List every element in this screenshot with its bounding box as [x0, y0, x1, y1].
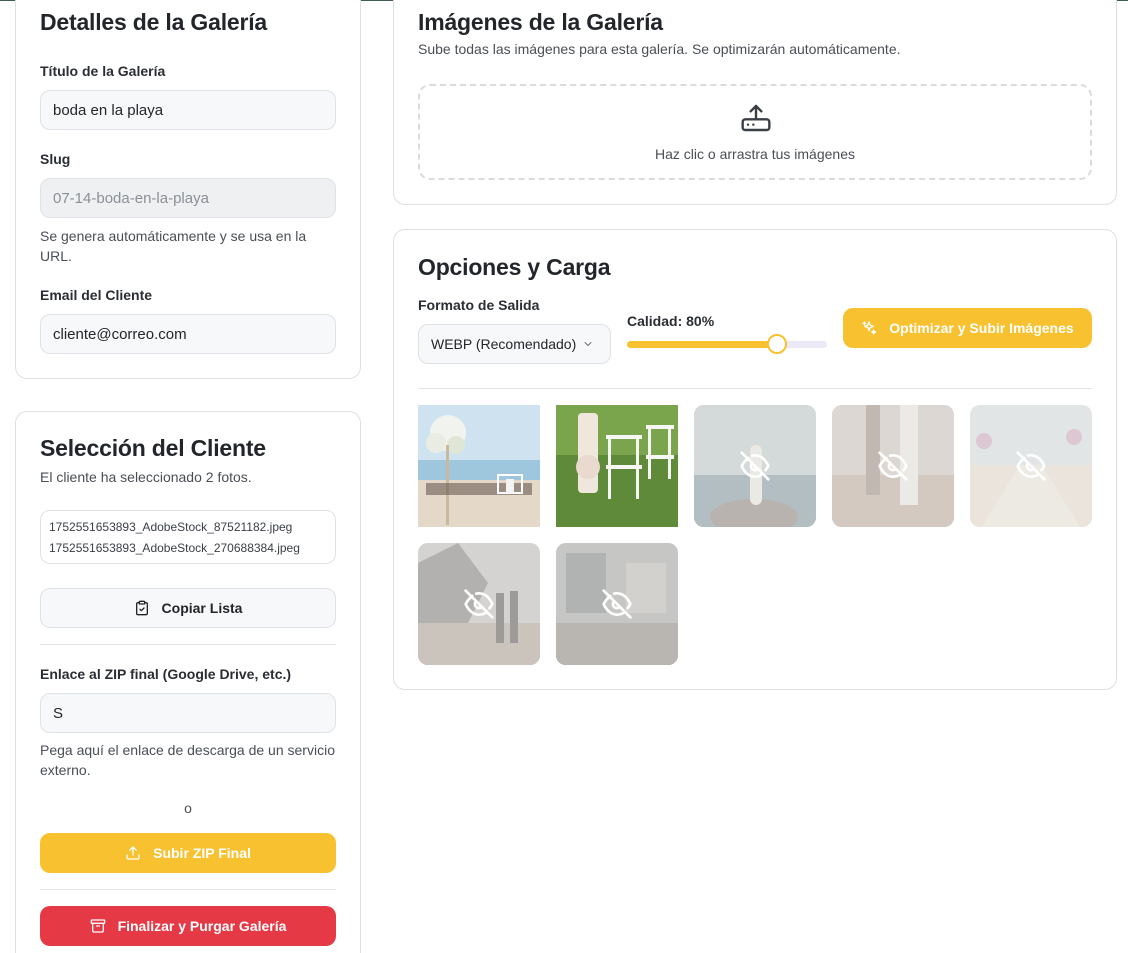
selected-file-item: 1752551653893_AdobeStock_270688384.jpeg	[49, 541, 300, 555]
client-email-label: Email del Cliente	[40, 287, 153, 303]
finalize-purge-button[interactable]: Finalizar y Purgar Galería	[40, 906, 336, 946]
upload-zip-button[interactable]: Subir ZIP Final	[40, 833, 336, 873]
wedding-chairs-photo	[556, 405, 678, 527]
upload-zip-label: Subir ZIP Final	[153, 845, 251, 861]
copy-list-button[interactable]: Copiar Lista	[40, 588, 336, 628]
gallery-thumbnail-hidden[interactable]	[832, 405, 954, 527]
client-selection-card: Selección del Cliente El cliente ha sele…	[15, 411, 361, 953]
or-separator: o	[184, 800, 192, 816]
upload-icon	[126, 846, 140, 860]
client-selection-subtitle: El cliente ha seleccionado 2 fotos.	[40, 469, 252, 485]
hidden-overlay	[418, 543, 540, 665]
gallery-title-label: Título de la Galería	[40, 63, 166, 79]
copy-list-label: Copiar Lista	[161, 600, 243, 616]
dropzone-text: Haz clic o arrastra tus imágenes	[655, 146, 855, 162]
eye-off-icon	[602, 589, 632, 619]
gallery-thumbnail-hidden[interactable]	[418, 543, 540, 665]
output-format-value: WEBP (Recomendado)	[431, 336, 577, 352]
gallery-thumbnail-hidden[interactable]	[694, 405, 816, 527]
client-selection-title: Selección del Cliente	[40, 435, 266, 461]
optimize-upload-button[interactable]: Optimizar y Subir Imágenes	[843, 308, 1092, 348]
hidden-overlay	[832, 405, 954, 527]
hidden-overlay	[694, 405, 816, 527]
eye-off-icon	[464, 589, 494, 619]
image-dropzone[interactable]: Haz clic o arrastra tus imágenes	[418, 84, 1092, 180]
divider	[418, 388, 1092, 389]
slug-label: Slug	[40, 151, 71, 167]
gallery-thumbnail-hidden[interactable]	[556, 543, 678, 665]
gallery-details-title: Detalles de la Galería	[40, 9, 268, 35]
eye-off-icon	[878, 451, 908, 481]
selected-files-list[interactable]: 1752551653893_AdobeStock_87521182.jpeg 1…	[40, 510, 336, 564]
clipboard-icon	[135, 600, 148, 616]
eye-off-icon	[740, 451, 770, 481]
upload-tray-icon	[741, 104, 771, 132]
gallery-details-card: Detalles de la Galería Título de la Gale…	[15, 0, 361, 379]
output-format-select[interactable]: WEBP (Recomendado)	[418, 324, 611, 364]
gallery-images-subtitle: Sube todas las imágenes para esta galerí…	[418, 41, 901, 57]
zip-link-help: Pega aquí el enlace de descarga de un se…	[40, 742, 335, 778]
gallery-images-title: Imágenes de la Galería	[418, 9, 663, 35]
finalize-purge-label: Finalizar y Purgar Galería	[117, 918, 287, 934]
zip-link-input[interactable]: S	[40, 693, 336, 733]
gallery-thumbnail[interactable]	[556, 405, 678, 527]
options-upload-title: Opciones y Carga	[418, 254, 611, 280]
hidden-overlay	[970, 405, 1092, 527]
quality-slider-thumb[interactable]	[767, 334, 787, 354]
client-email-input[interactable]: cliente@correo.com	[40, 314, 336, 354]
beach-wedding-photo	[418, 405, 540, 527]
slug-help-text: Se genera automáticamente y se usa en la…	[40, 228, 307, 264]
gallery-thumbnail[interactable]	[418, 405, 540, 527]
divider	[40, 644, 336, 645]
quality-slider[interactable]	[627, 334, 827, 354]
gallery-title-input[interactable]: boda en la playa	[40, 90, 336, 130]
chevron-down-icon	[584, 342, 592, 346]
quality-label: Calidad: 80%	[627, 313, 715, 329]
archive-icon	[90, 919, 105, 933]
output-format-label: Formato de Salida	[418, 297, 540, 313]
gallery-images-card: Imágenes de la Galería Sube todas las im…	[393, 0, 1117, 205]
optimize-upload-label: Optimizar y Subir Imágenes	[889, 320, 1074, 336]
quality-slider-fill	[627, 341, 777, 348]
zip-link-label: Enlace al ZIP final (Google Drive, etc.)	[40, 666, 292, 682]
sparkles-icon	[862, 321, 877, 335]
divider	[40, 889, 336, 890]
options-upload-card: Opciones y Carga Formato de Salida WEBP …	[393, 229, 1117, 690]
selected-file-item: 1752551653893_AdobeStock_87521182.jpeg	[49, 520, 293, 534]
gallery-thumbnail-hidden[interactable]	[970, 405, 1092, 527]
eye-off-icon	[1016, 451, 1046, 481]
slug-input: 07-14-boda-en-la-playa	[40, 178, 336, 218]
hidden-overlay	[556, 543, 678, 665]
